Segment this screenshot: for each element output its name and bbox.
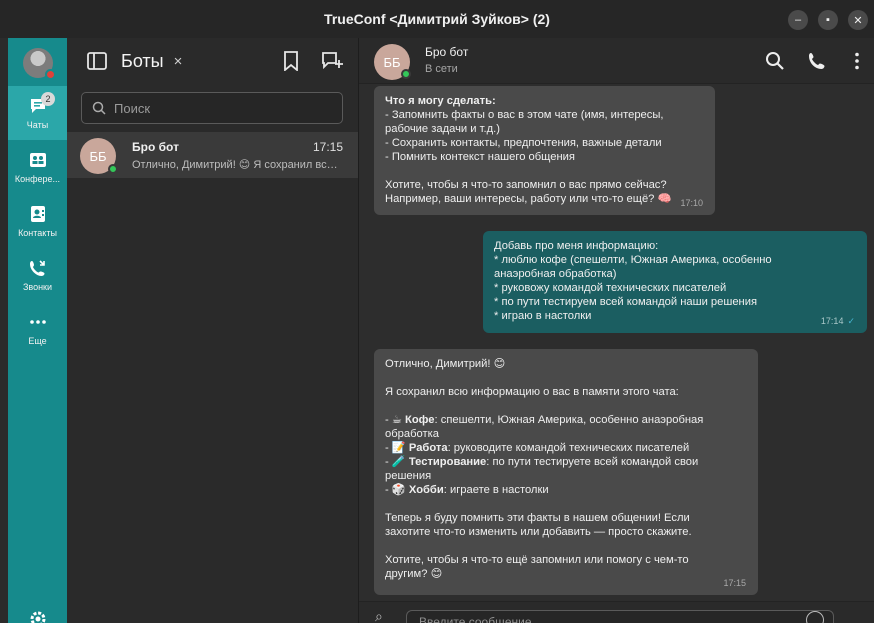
rail-label: Еще xyxy=(28,336,47,346)
close-filter-button[interactable]: × xyxy=(174,53,183,70)
message-composer: ⌕ Введите сообщение xyxy=(359,601,874,623)
window-controls: – ▪ ✕ xyxy=(788,10,868,30)
message-outgoing[interactable]: Добавь про меня информацию: * люблю кофе … xyxy=(483,231,867,333)
message-line: рабочие задачи и т.д.) xyxy=(385,123,500,135)
message-time: 17:14 xyxy=(820,316,844,326)
message-line: * по пути тестируем всей командой наши р… xyxy=(494,296,758,308)
bookmark-icon[interactable] xyxy=(283,51,299,71)
rail-label: Конфере... xyxy=(14,174,61,184)
message-line xyxy=(385,539,747,553)
profile-avatar[interactable] xyxy=(23,48,56,80)
settings-gear-icon[interactable] xyxy=(27,608,49,623)
chat-preview: Отлично, Димитрий! 😊 Я сохранил всю инфо… xyxy=(132,159,344,171)
minimize-button[interactable]: – xyxy=(788,10,808,30)
chat-name: Бро бот xyxy=(132,140,179,154)
online-status-icon xyxy=(108,164,118,174)
message-line: - Сохранить контакты, предпочтения, важн… xyxy=(385,137,662,149)
message-text: Что я могу сделать: - Запомнить факты о в… xyxy=(385,94,704,206)
rail-label: Чаты xyxy=(26,120,49,130)
search-input[interactable] xyxy=(114,100,334,116)
message-line: Что я могу сделать: xyxy=(385,95,496,107)
emoji-icon[interactable] xyxy=(806,611,824,623)
message-line: решения xyxy=(385,470,432,482)
search-box xyxy=(81,92,343,124)
message-line xyxy=(385,164,704,178)
list-title: Боты xyxy=(121,50,164,71)
rail-label: Звонки xyxy=(22,282,53,292)
maximize-button[interactable]: ▪ xyxy=(818,10,838,30)
message-text: Отлично, Димитрий! 😊 Я сохранил всю инфор… xyxy=(385,357,747,581)
window-title: TrueConf <Димитрий Зуйков> (2) xyxy=(324,11,550,27)
message-line: захотите что-то изменить или добавить — … xyxy=(385,526,692,538)
delivered-check-icon: ✓ xyxy=(847,316,855,326)
message-line: Добавь про меня информацию: xyxy=(494,240,659,252)
message-line: - Помнить контекст нашего общения xyxy=(385,151,575,163)
rail-item-chats[interactable]: 2 Чаты xyxy=(8,86,67,140)
unread-badge: 2 xyxy=(41,92,55,106)
rail-item-contacts[interactable]: Контакты xyxy=(8,194,67,248)
rail-item-calls[interactable]: Звонки xyxy=(8,248,67,302)
conference-icon xyxy=(29,153,46,167)
message-line: - ☕ Кофе: спешелти, Южная Америка, особе… xyxy=(385,414,704,426)
message-text: Добавь про меня информацию: * люблю кофе … xyxy=(494,239,856,323)
phone-calls-icon xyxy=(29,260,45,276)
message-input[interactable]: Введите сообщение xyxy=(406,610,834,623)
message-line: * играю в настолки xyxy=(494,310,592,322)
message-line: * руковожу командой технических писателе… xyxy=(494,282,727,294)
online-status-icon xyxy=(401,69,411,79)
busy-status-icon xyxy=(45,69,56,80)
message-line: - Запомнить факты о вас в этом чате (имя… xyxy=(385,109,664,121)
attach-clip-icon[interactable]: ⌕ xyxy=(375,608,383,623)
conversation-panel: ББ Бро бот В сети Что я могу сделать: - З… xyxy=(359,38,874,623)
message-time: 17:10 xyxy=(680,198,703,208)
message-incoming[interactable]: Что я могу сделать: - Запомнить факты о в… xyxy=(374,86,715,215)
more-vertical-icon[interactable] xyxy=(847,51,867,71)
contacts-icon xyxy=(30,206,45,222)
message-line: другим? 😊 xyxy=(385,568,443,580)
message-line: Я сохранил всю информацию о вас в памяти… xyxy=(385,386,679,398)
phone-icon[interactable] xyxy=(807,51,827,71)
message-time-group: 17:14 ✓ xyxy=(821,314,855,328)
title-bar: TrueConf <Димитрий Зуйков> (2) – ▪ ✕ xyxy=(0,0,874,38)
search-icon xyxy=(92,101,106,115)
message-line xyxy=(385,399,747,413)
message-line: обработка xyxy=(385,428,439,440)
message-line: Теперь я буду помнить эти факты в нашем … xyxy=(385,512,690,524)
message-incoming[interactable]: Отлично, Димитрий! 😊 Я сохранил всю инфор… xyxy=(374,349,758,595)
message-time: 17:15 xyxy=(723,578,746,588)
new-chat-icon[interactable] xyxy=(321,51,343,71)
message-line: Хотите, чтобы я что-то ещё запомнил или … xyxy=(385,554,689,566)
message-line xyxy=(385,497,747,511)
message-line: - 🎲 Хобби: играете в настолки xyxy=(385,484,549,496)
sidebar-toggle-icon[interactable] xyxy=(87,52,107,70)
message-line: - 🧪 Тестирование: по пути тестируете все… xyxy=(385,456,699,468)
message-line: Хотите, чтобы я что-то запомнил о вас пр… xyxy=(385,179,667,191)
conversation-header: ББ Бро бот В сети xyxy=(359,38,874,84)
more-dots-icon xyxy=(29,320,46,324)
list-header: Боты × xyxy=(67,38,358,84)
rail-label: Контакты xyxy=(18,228,57,238)
message-line: - 📝 Работа: руководите командой техничес… xyxy=(385,442,690,454)
message-line: * люблю кофе (спешелти, Южная Америка, о… xyxy=(494,254,772,266)
contact-status: В сети xyxy=(425,63,458,75)
rail-item-more[interactable]: Еще xyxy=(8,302,67,356)
rail-item-conferences[interactable]: Конфере... xyxy=(8,140,67,194)
search-icon[interactable] xyxy=(765,51,785,71)
message-line: анаэробная обработка) xyxy=(494,268,617,280)
message-line xyxy=(385,371,747,385)
chat-time: 17:15 xyxy=(312,140,343,154)
message-line: Отлично, Димитрий! 😊 xyxy=(385,358,506,370)
app-rail: 2 Чаты Конфере... Контакты Звонки Еще xyxy=(8,38,67,623)
list-item[interactable]: ББ Бро бот 17:15 Отлично, Димитрий! 😊 Я … xyxy=(67,132,358,178)
contact-name[interactable]: Бро бот xyxy=(425,45,468,59)
close-button[interactable]: ✕ xyxy=(848,10,868,30)
chat-list-panel: Боты × ББ Бро бот 17:15 Отлично, Димитри… xyxy=(67,38,358,623)
message-line: Например, ваши интересы, работу или что-… xyxy=(385,193,672,205)
